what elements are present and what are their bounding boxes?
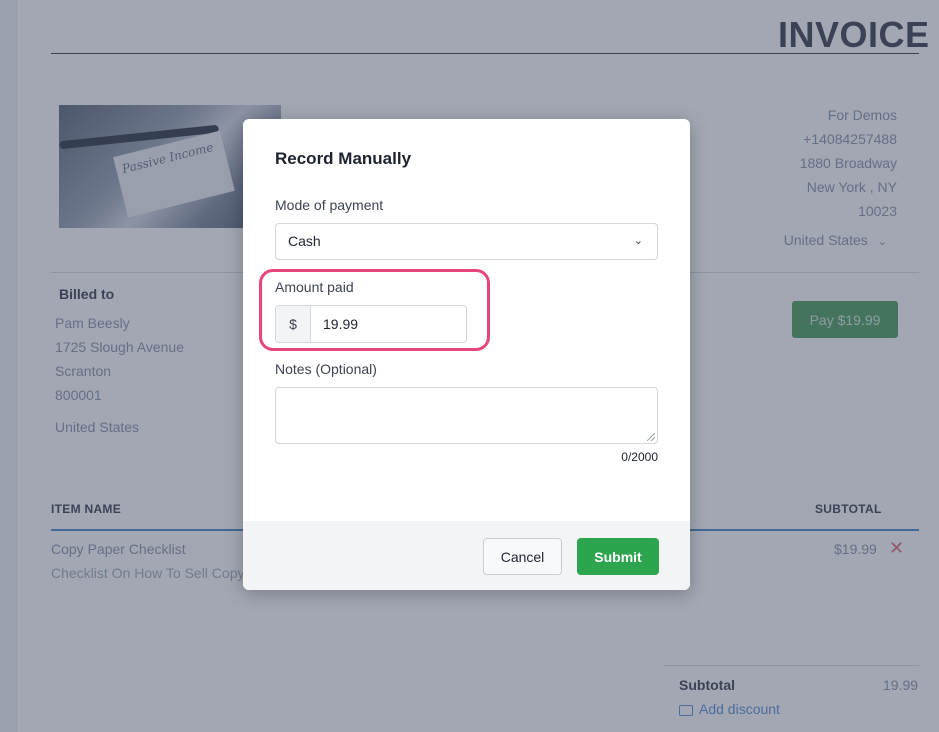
notes-textarea[interactable]: [275, 387, 658, 444]
amount-paid-input[interactable]: $ 19.99: [275, 305, 467, 343]
dialog-title: Record Manually: [275, 149, 412, 168]
amount-paid-label: Amount paid: [275, 279, 354, 295]
mode-of-payment-value: Cash: [288, 233, 321, 249]
notes-char-counter: 0/2000: [621, 450, 658, 464]
notes-label: Notes (Optional): [275, 361, 377, 377]
mode-of-payment-select[interactable]: Cash ⌄: [275, 223, 658, 260]
submit-button[interactable]: Submit: [577, 538, 659, 575]
mode-of-payment-label: Mode of payment: [275, 197, 384, 213]
amount-paid-value[interactable]: 19.99: [311, 306, 358, 342]
record-manually-dialog: Record Manually Mode of payment Cash ⌄ A…: [243, 119, 690, 590]
currency-prefix: $: [276, 306, 311, 342]
dialog-footer: Cancel Submit: [243, 521, 690, 590]
cancel-button[interactable]: Cancel: [483, 538, 562, 575]
resize-handle-icon[interactable]: [647, 433, 655, 441]
chevron-down-icon: ⌄: [633, 235, 643, 247]
